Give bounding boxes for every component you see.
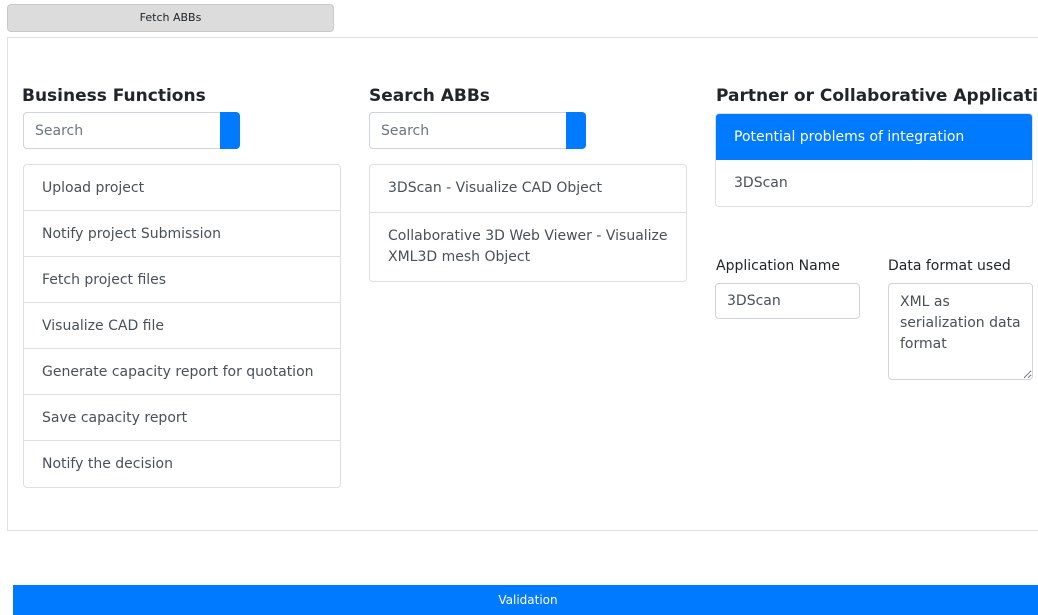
validation-button[interactable]: Validation bbox=[13, 585, 1038, 615]
list-item[interactable]: Collaborative 3D Web Viewer - Visualize … bbox=[370, 213, 686, 281]
partner-apps-title: Partner or Collaborative Applications bbox=[716, 86, 1038, 106]
data-format-label: Data format used bbox=[888, 258, 1011, 274]
list-item-label: Collaborative 3D Web Viewer - Visualize … bbox=[388, 228, 668, 265]
application-name-label: Application Name bbox=[716, 258, 840, 274]
list-item[interactable]: 3DScan - Visualize CAD Object bbox=[370, 165, 686, 213]
business-functions-search-input[interactable] bbox=[23, 112, 220, 149]
business-functions-list: Upload project Notify project Submission… bbox=[23, 164, 341, 488]
list-item[interactable]: Save capacity report bbox=[24, 395, 340, 441]
abbs-search bbox=[369, 112, 586, 149]
business-functions-title: Business Functions bbox=[22, 86, 206, 106]
business-functions-search-button[interactable] bbox=[220, 112, 240, 149]
list-item[interactable]: Visualize CAD file bbox=[24, 303, 340, 349]
fetch-abbs-button[interactable]: Fetch ABBs bbox=[7, 4, 334, 32]
application-name-field[interactable] bbox=[715, 283, 860, 319]
list-item-label: Fetch project files bbox=[42, 271, 167, 288]
search-abbs-title: Search ABBs bbox=[369, 86, 490, 106]
abbs-list: 3DScan - Visualize CAD Object Collaborat… bbox=[369, 164, 687, 282]
list-item[interactable]: 3DScan bbox=[716, 160, 1032, 206]
abbs-search-button[interactable] bbox=[566, 112, 586, 149]
main-panel: Business Functions Upload project Notify… bbox=[7, 37, 1038, 531]
list-item[interactable]: Notify project Submission bbox=[24, 211, 340, 257]
list-item[interactable]: Notify the decision bbox=[24, 441, 340, 487]
list-item-active[interactable]: Potential problems of integration bbox=[716, 114, 1032, 160]
data-format-textarea[interactable]: XML as serialization data format bbox=[888, 283, 1033, 380]
list-item-label: Save capacity report bbox=[42, 409, 188, 426]
list-item[interactable]: Fetch project files bbox=[24, 257, 340, 303]
list-item[interactable]: Upload project bbox=[24, 165, 340, 211]
business-functions-search bbox=[23, 112, 240, 149]
list-item[interactable]: Generate capacity report for quotation bbox=[24, 349, 340, 395]
list-item-label: Notify project Submission bbox=[42, 225, 221, 242]
list-item-label: Upload project bbox=[42, 179, 145, 196]
list-item-label: Generate capacity report for quotation bbox=[42, 363, 314, 380]
list-item-label: Visualize CAD file bbox=[42, 317, 165, 334]
list-item-label: Notify the decision bbox=[42, 456, 173, 472]
partner-apps-list: Potential problems of integration 3DScan bbox=[715, 113, 1033, 207]
abbs-search-input[interactable] bbox=[369, 112, 566, 149]
list-item-label: 3DScan - Visualize CAD Object bbox=[388, 180, 602, 196]
list-item-label: Potential problems of integration bbox=[734, 128, 965, 145]
list-item-label: 3DScan bbox=[734, 175, 788, 191]
